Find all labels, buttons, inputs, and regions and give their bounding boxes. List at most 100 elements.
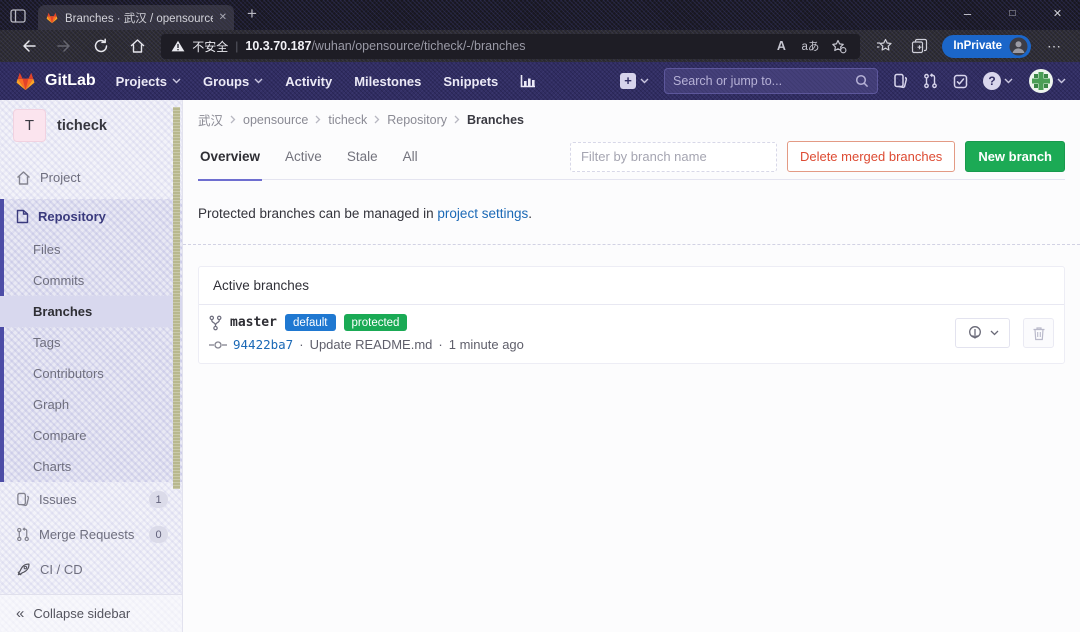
- document-icon: [16, 209, 29, 224]
- gitlab-logo[interactable]: GitLab: [14, 70, 96, 92]
- statistics-chart-icon[interactable]: [520, 74, 536, 88]
- read-aloud-icon[interactable]: A: [770, 35, 792, 57]
- inprivate-badge[interactable]: InPrivate: [942, 35, 1031, 58]
- delete-merged-branches-button[interactable]: Delete merged branches: [787, 141, 955, 172]
- graph-label: Graph: [33, 397, 69, 412]
- breadcrumb-project[interactable]: ticheck: [328, 113, 367, 127]
- nav-activity[interactable]: Activity: [285, 74, 332, 89]
- page-content: T ticheck Project Repository Files Commi…: [0, 100, 1080, 632]
- settings-more-icon[interactable]: ⋯: [1039, 38, 1070, 55]
- commit-message[interactable]: Update README.md: [310, 337, 433, 352]
- sidebar-item-branches[interactable]: Branches: [0, 296, 182, 327]
- address-separator: |: [235, 39, 238, 53]
- branch-commit-line: 94422ba7 · Update README.md · 1 minute a…: [209, 337, 955, 352]
- sidebar-item-files[interactable]: Files: [4, 234, 182, 265]
- home-icon[interactable]: [119, 33, 155, 59]
- tab-stale[interactable]: Stale: [345, 134, 380, 180]
- window-controls: – □ ✕: [945, 0, 1080, 28]
- search-input[interactable]: [673, 74, 855, 88]
- gitlab-tanuki-icon: [14, 70, 37, 92]
- new-branch-button[interactable]: New branch: [965, 141, 1065, 172]
- nav-projects[interactable]: Projects: [116, 74, 181, 89]
- todos-icon[interactable]: [953, 74, 968, 89]
- global-search[interactable]: [664, 68, 878, 94]
- commit-icon: [209, 340, 227, 350]
- branch-name[interactable]: master: [230, 315, 277, 330]
- address-bar[interactable]: 不安全 | 10.3.70.187/wuhan/opensource/tiche…: [161, 34, 860, 59]
- new-menu-button[interactable]: +: [620, 73, 649, 89]
- delete-branch-button[interactable]: [1023, 318, 1054, 348]
- merge-requests-count-badge: 0: [149, 526, 168, 543]
- collapse-sidebar-label: Collapse sidebar: [33, 606, 130, 621]
- tab-overview[interactable]: Overview: [198, 134, 262, 180]
- tab-active[interactable]: Active: [283, 134, 324, 180]
- sidebar-item-repository[interactable]: Repository: [4, 199, 182, 234]
- gitlab-brand-name: GitLab: [45, 72, 96, 90]
- favorites-icon[interactable]: [870, 33, 900, 59]
- breadcrumb-subgroup[interactable]: opensource: [243, 113, 308, 127]
- forward-icon[interactable]: [46, 33, 82, 59]
- project-avatar: T: [13, 109, 46, 142]
- breadcrumb-group[interactable]: 武汉: [198, 110, 223, 129]
- not-secure-label[interactable]: 不安全: [192, 38, 228, 55]
- section-divider: [183, 244, 1080, 245]
- commits-label: Commits: [33, 273, 84, 288]
- filter-branch-input[interactable]: [570, 142, 777, 172]
- download-dropdown-button[interactable]: [955, 318, 1010, 348]
- sidebar-item-merge-requests[interactable]: Merge Requests 0: [0, 517, 182, 552]
- plus-icon: +: [620, 73, 636, 89]
- project-settings-link[interactable]: project settings: [437, 206, 528, 221]
- charts-label: Charts: [33, 459, 71, 474]
- rocket-icon: [16, 562, 31, 577]
- nav-snippets[interactable]: Snippets: [443, 74, 498, 89]
- new-tab-button[interactable]: +: [247, 4, 257, 24]
- sidebar-item-tags[interactable]: Tags: [4, 327, 182, 358]
- sidebar-item-project[interactable]: Project: [0, 163, 182, 192]
- back-icon[interactable]: [10, 33, 46, 59]
- sidebar-item-issues[interactable]: Issues 1: [0, 482, 182, 517]
- nav-milestones[interactable]: Milestones: [354, 74, 421, 89]
- sidebar-item-commits[interactable]: Commits: [4, 265, 182, 296]
- browser-titlebar: Branches · 武汉 / opensource / t ✕ + – □ ✕: [0, 0, 1080, 30]
- sidebar-item-cicd[interactable]: CI / CD: [0, 552, 182, 587]
- tab-close-icon[interactable]: ✕: [219, 12, 227, 23]
- sidebar-scrollbar[interactable]: [173, 107, 180, 489]
- download-icon: [967, 325, 983, 341]
- collections-icon[interactable]: [904, 33, 934, 59]
- translate-icon[interactable]: aあ: [799, 35, 821, 57]
- not-secure-warning-icon: [171, 40, 185, 52]
- add-favorite-star-icon[interactable]: [828, 35, 850, 57]
- refresh-icon[interactable]: [83, 33, 119, 59]
- sidebar-item-contributors[interactable]: Contributors: [4, 358, 182, 389]
- help-menu[interactable]: ?: [983, 72, 1013, 90]
- maximize-button[interactable]: □: [990, 0, 1035, 28]
- home-icon: [16, 171, 31, 185]
- tab-all[interactable]: All: [401, 134, 420, 180]
- sidebar-item-graph[interactable]: Graph: [4, 389, 182, 420]
- nav-groups-label: Groups: [203, 74, 249, 89]
- issues-icon[interactable]: [893, 73, 908, 89]
- inprivate-label: InPrivate: [953, 40, 1002, 52]
- user-menu[interactable]: [1028, 68, 1066, 94]
- browser-window: Branches · 武汉 / opensource / t ✕ + – □ ✕…: [0, 0, 1080, 632]
- commit-sha-link[interactable]: 94422ba7: [233, 337, 293, 352]
- project-header[interactable]: T ticheck: [0, 100, 182, 150]
- collapse-sidebar-button[interactable]: « Collapse sidebar: [0, 595, 182, 632]
- breadcrumb-repository[interactable]: Repository: [387, 113, 447, 127]
- notice-suffix: .: [528, 206, 532, 221]
- sidebar-item-compare[interactable]: Compare: [4, 420, 182, 451]
- dot-separator: ·: [438, 337, 442, 352]
- branches-actions: Delete merged branches New branch: [570, 141, 1065, 172]
- cicd-label: CI / CD: [40, 562, 83, 577]
- minimize-button[interactable]: –: [945, 0, 990, 28]
- browser-tab[interactable]: Branches · 武汉 / opensource / t ✕: [38, 5, 234, 30]
- help-icon: ?: [983, 72, 1001, 90]
- sidebar-item-charts[interactable]: Charts: [4, 451, 182, 482]
- url-host: 10.3.70.187: [245, 39, 311, 53]
- tab-actions-menu-icon[interactable]: [9, 7, 27, 25]
- merge-requests-icon[interactable]: [923, 73, 938, 89]
- chevron-right-icon: [454, 115, 460, 124]
- close-button[interactable]: ✕: [1035, 0, 1080, 28]
- browser-toolbar: 不安全 | 10.3.70.187/wuhan/opensource/tiche…: [0, 30, 1080, 62]
- nav-groups[interactable]: Groups: [203, 74, 263, 89]
